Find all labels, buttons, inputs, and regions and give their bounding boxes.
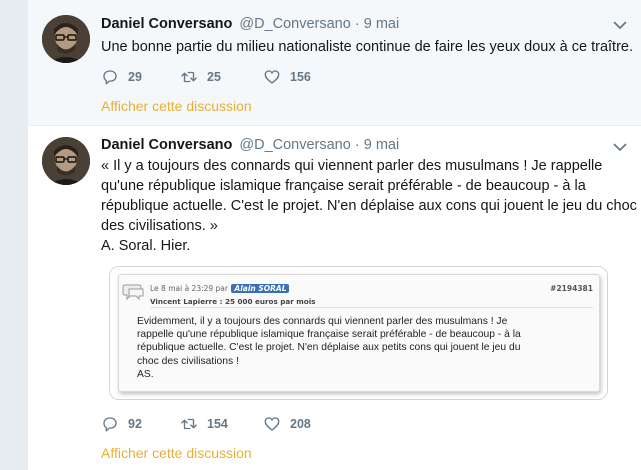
retweet-count: 25	[207, 70, 221, 84]
tweet-text-line: qu'une république islamique française se…	[101, 178, 586, 194]
tweet-date[interactable]: 9 mai	[364, 137, 399, 153]
post-text-line: Evidemment, il y a toujours des connards…	[137, 316, 508, 327]
like-count: 208	[290, 417, 311, 431]
retweet-button[interactable]: 25	[180, 67, 221, 87]
post-text-line: choc des civilisations !	[137, 355, 239, 367]
tweet[interactable]: Daniel Conversano @D_Conversano · 9 mai …	[28, 126, 641, 470]
reply-count: 29	[128, 70, 142, 84]
timeline: Daniel Conversano @D_Conversano · 9 mai …	[27, 0, 641, 470]
retweet-count: 154	[207, 417, 228, 431]
reply-icon	[103, 70, 117, 85]
reply-count: 92	[128, 417, 142, 431]
divider	[150, 307, 593, 308]
separator-dot: ·	[354, 16, 360, 32]
separator-dot: ·	[354, 137, 360, 153]
like-icon	[264, 70, 280, 84]
post-date: Le 8 mai à 23:29 par	[150, 284, 228, 293]
author-name[interactable]: Daniel Conversano	[101, 137, 232, 153]
caret-down-icon[interactable]	[612, 139, 628, 155]
post-text: Evidemment, il y a toujours des connards…	[137, 315, 593, 381]
show-thread-link[interactable]: Afficher cette discussion	[101, 98, 252, 114]
tweet-date[interactable]: 9 mai	[364, 16, 399, 32]
media-image: Le 8 mai à 23:29 par Alain SORAL Vincent…	[110, 267, 607, 399]
like-count: 156	[290, 70, 311, 84]
speech-bubble-icon	[122, 284, 144, 301]
tweet[interactable]: Daniel Conversano @D_Conversano · 9 mai …	[28, 0, 641, 126]
post-author: Alain SORAL	[231, 284, 290, 293]
show-thread-link[interactable]: Afficher cette discussion	[101, 445, 252, 461]
tweet-text: Une bonne partie du milieu nationaliste …	[101, 37, 633, 57]
like-icon	[264, 417, 280, 431]
reply-button[interactable]: 92	[101, 414, 142, 434]
author-handle[interactable]: @D_Conversano	[239, 16, 350, 32]
post-text-line: république actuelle. C'est le projet. N'…	[137, 342, 521, 354]
tweet-header: Daniel Conversano @D_Conversano · 9 mai	[101, 14, 399, 34]
retweet-button[interactable]: 154	[180, 414, 228, 434]
avatar[interactable]	[42, 137, 90, 185]
like-button[interactable]: 156	[263, 67, 311, 87]
avatar[interactable]	[42, 15, 90, 63]
tweet-text-line: « Il y a toujours des connards qui vienn…	[101, 158, 603, 174]
post-text-line: rappelle qu'une république islamique fra…	[137, 329, 521, 341]
tweet-text-line: Une bonne partie du milieu nationaliste …	[101, 39, 633, 55]
like-button[interactable]: 208	[263, 414, 311, 434]
author-name[interactable]: Daniel Conversano	[101, 16, 232, 32]
tweet-text-line: des civilisations. »	[101, 218, 218, 234]
post-meta: Le 8 mai à 23:29 par Alain SORAL	[150, 284, 290, 293]
post-text-line: AS.	[137, 368, 154, 380]
author-handle[interactable]: @D_Conversano	[239, 137, 350, 153]
tweet-header: Daniel Conversano @D_Conversano · 9 mai	[101, 135, 399, 155]
post-thread-title: Vincent Lapierre : 25 000 euros par mois	[150, 297, 316, 306]
reply-icon	[103, 417, 117, 432]
tweet-text-line: république actuelle. C'est le projet. N'…	[101, 198, 637, 214]
retweet-icon	[181, 71, 197, 83]
tweet-text-line: A. Soral. Hier.	[101, 238, 191, 254]
media-card[interactable]: Le 8 mai à 23:29 par Alain SORAL Vincent…	[109, 266, 608, 400]
caret-down-icon[interactable]	[612, 17, 628, 33]
forum-post: Le 8 mai à 23:29 par Alain SORAL Vincent…	[118, 274, 600, 392]
post-id: #2194381	[550, 284, 593, 293]
reply-button[interactable]: 29	[101, 67, 142, 87]
retweet-icon	[181, 418, 197, 430]
tweet-text: « Il y a toujours des connards qui vienn…	[101, 156, 637, 256]
